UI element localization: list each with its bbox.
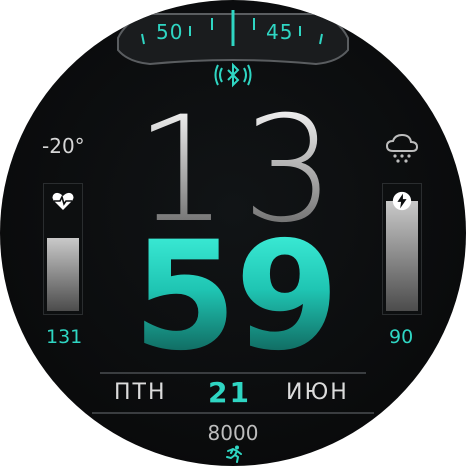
scale-left-value: 50: [156, 20, 184, 44]
date-divider-bottom: [92, 412, 374, 414]
heart-rate-fill: [47, 238, 79, 311]
date-divider-top: [100, 372, 366, 374]
watch-face: 50 45 -20° 131 90 13 59 ПТН 21 ИЮН 8000: [0, 0, 466, 466]
day-number: 21: [208, 376, 251, 409]
battery-value: 90: [389, 326, 414, 348]
date-row: ПТН 21 ИЮН: [90, 376, 376, 410]
scale-right-value: 45: [266, 20, 294, 44]
heart-pulse-icon: [52, 192, 74, 210]
battery-fill: [386, 201, 418, 311]
temperature-readout: -20°: [42, 134, 85, 158]
charge-icon: [392, 191, 412, 211]
minute-display: 59: [100, 222, 370, 372]
month-label: ИЮН: [286, 380, 349, 405]
heart-rate-value: 131: [46, 326, 83, 348]
steps-count: 8000: [207, 421, 259, 445]
running-icon: [226, 445, 242, 463]
cloud-snow-icon: [385, 133, 419, 163]
weekday-label: ПТН: [114, 380, 167, 405]
battery-bar: [382, 183, 422, 315]
heart-rate-bar: [43, 183, 83, 315]
